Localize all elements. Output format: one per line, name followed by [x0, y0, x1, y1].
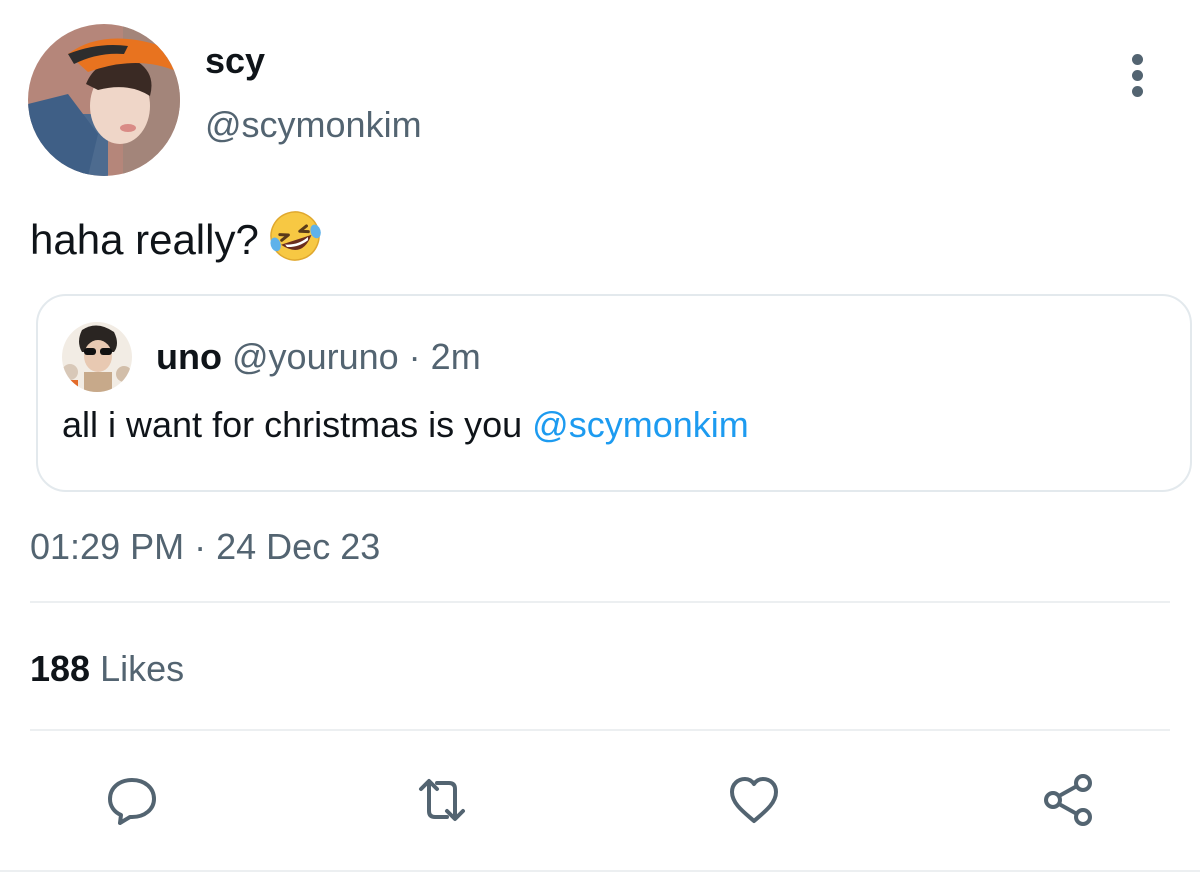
quoted-author-name[interactable]: uno	[156, 336, 222, 377]
likes-label: Likes	[100, 648, 185, 689]
more-options-icon[interactable]	[1116, 48, 1160, 98]
quoted-time-ago: 2m	[430, 336, 481, 377]
reply-icon	[108, 778, 156, 825]
heart-icon	[730, 777, 778, 823]
reply-button[interactable]	[100, 768, 164, 832]
bottom-divider	[0, 870, 1200, 872]
likes-count: 188	[30, 648, 91, 689]
tweet-text: haha really?	[30, 208, 323, 264]
like-button[interactable]	[722, 768, 786, 832]
author-display-name[interactable]: scy	[205, 40, 265, 82]
quoted-tweet-card[interactable]: uno @youruno · 2m all i want for christm…	[36, 294, 1192, 492]
tweet-time: 01:29 PM	[30, 526, 185, 567]
share-button[interactable]	[1036, 768, 1100, 832]
retweet-button[interactable]	[410, 768, 474, 832]
quoted-author-avatar[interactable]	[62, 322, 132, 392]
rolling-laughing-emoji-icon	[267, 208, 323, 264]
quoted-author-handle[interactable]: @youruno	[232, 336, 399, 377]
mention-link[interactable]: @scymonkim	[532, 404, 749, 445]
tweet-detail: scy @scymonkim haha really? uno @youruno…	[0, 0, 1200, 889]
quoted-separator: ·	[408, 336, 421, 377]
tweet-timestamp[interactable]: 01:29 PM · 24 Dec 23	[30, 526, 380, 568]
author-avatar[interactable]	[28, 24, 180, 176]
retweet-icon	[419, 779, 465, 821]
quoted-tweet-text: all i want for christmas is you @scymonk…	[62, 404, 749, 446]
tweet-body: haha really?	[30, 216, 259, 263]
divider	[30, 729, 1170, 731]
quoted-tweet-header: uno @youruno · 2m	[156, 336, 481, 378]
quoted-tweet-body: all i want for christmas is you	[62, 404, 523, 445]
share-icon	[1044, 774, 1092, 826]
tweet-date: 24 Dec 23	[216, 526, 381, 567]
divider	[30, 601, 1170, 603]
timestamp-separator: ·	[194, 526, 207, 567]
likes-stat[interactable]: 188 Likes	[30, 648, 184, 690]
author-handle[interactable]: @scymonkim	[205, 104, 422, 146]
